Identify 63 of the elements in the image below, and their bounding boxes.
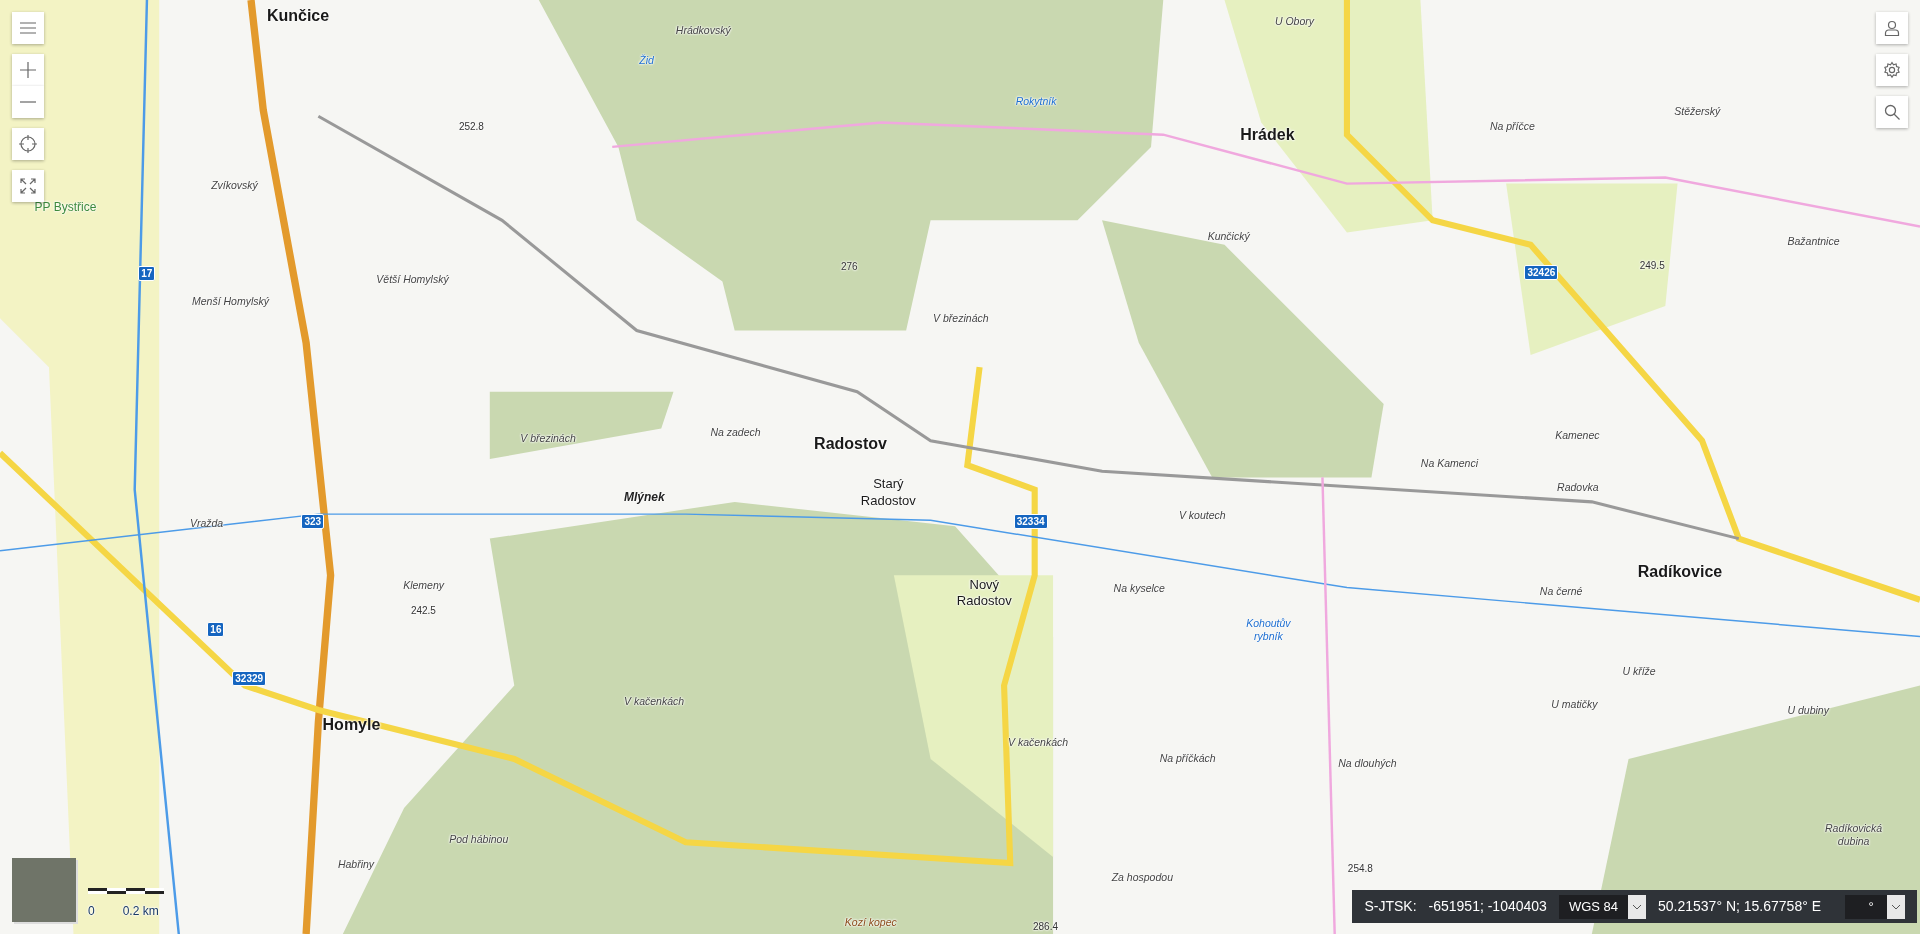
locality-label: Kunčický — [1207, 229, 1250, 243]
road-number: 32334 — [1013, 513, 1048, 529]
locality-label: Na Kamenci — [1420, 456, 1478, 470]
elevation-label: 242.5 — [410, 604, 436, 619]
locality-label: Hrádkovský — [675, 24, 731, 38]
water-label: Rokytník — [1015, 95, 1057, 109]
locality-label: Radovka — [1557, 481, 1599, 495]
locality-label: Klemeny — [403, 579, 445, 593]
locality-label: V kačenkách — [624, 694, 685, 708]
place-label: Kunčice — [266, 5, 330, 26]
place-label: Nový Radostov — [955, 577, 1013, 610]
road-number: 323 — [301, 513, 325, 529]
elevation-label: 254.8 — [1347, 862, 1373, 877]
locality-label: U kříže — [1622, 665, 1656, 679]
locality-label: Kamenec — [1555, 428, 1600, 442]
locality-label: Na dlouhých — [1338, 757, 1397, 771]
water-label: Žid — [639, 54, 654, 68]
locality-label: V březinách — [520, 431, 576, 445]
datum-select[interactable]: WGS 84 — [1558, 894, 1646, 919]
locality-label: V březinách — [933, 311, 989, 326]
locality-label: Větší Homylský — [376, 272, 449, 286]
locality-label: Zvíkovský — [211, 179, 258, 193]
place-label: Starý Radostov — [859, 476, 917, 509]
locality-label: Habřiny — [337, 858, 375, 872]
road-number: 32426 — [1524, 265, 1559, 281]
locality-label: Pod hábinou — [449, 833, 509, 847]
locality-label: Radíkovická dubina — [1824, 821, 1884, 849]
road-number: 32329 — [232, 670, 267, 686]
coordinate-system-label: S-JTSK: — [1364, 897, 1417, 916]
locality-label: Na zadech — [710, 425, 761, 439]
locality-label: U Obory — [1274, 14, 1314, 29]
place-label: Mlýnek — [624, 489, 665, 507]
place-label: Homyle — [322, 714, 381, 735]
locality-label: V kačenkách — [1008, 736, 1069, 750]
locality-label: Vražda — [190, 517, 224, 531]
place-label: Radíkovice — [1637, 562, 1723, 583]
place-label: Hrádek — [1240, 125, 1295, 146]
locality-label: Na příčce — [1489, 119, 1535, 133]
locality-label: V koutech — [1178, 509, 1226, 523]
road-number: 17 — [138, 266, 156, 282]
locality-label: Menší Homylský — [192, 295, 269, 309]
locality-label: U dubiny — [1787, 704, 1829, 718]
water-label: Kohoutův rybník — [1245, 617, 1292, 644]
scale-start-label: 0 — [88, 903, 95, 920]
elevation-label: 249.5 — [1639, 258, 1665, 273]
locality-label: Bažantnice — [1787, 235, 1840, 249]
hill-label: Kozí kopec — [844, 915, 897, 931]
elevation-label: 276 — [840, 259, 858, 274]
locality-label: Za hospodou — [1111, 871, 1173, 885]
locality-label: Na kyselce — [1113, 581, 1165, 595]
elevation-label: 286.4 — [1032, 920, 1058, 934]
locality-label: Na černé — [1539, 584, 1583, 598]
road-number: 16 — [207, 622, 225, 638]
locality-label: Na příčkách — [1159, 751, 1216, 765]
locality-label: Stěžerský — [1674, 104, 1721, 118]
scale-end-label: 0.2 km — [122, 903, 159, 920]
elevation-label: 252.8 — [458, 119, 484, 134]
format-select[interactable]: ° — [1845, 894, 1905, 919]
locality-label: U matičky — [1551, 697, 1598, 711]
coordinate-value: 50.21537° N; 15.67758° E — [1658, 897, 1821, 916]
coordinate-value: -651951; -1040403 — [1428, 897, 1547, 916]
place-label: Radostov — [814, 433, 887, 454]
reserve-label: PP Bystřice — [34, 199, 97, 216]
